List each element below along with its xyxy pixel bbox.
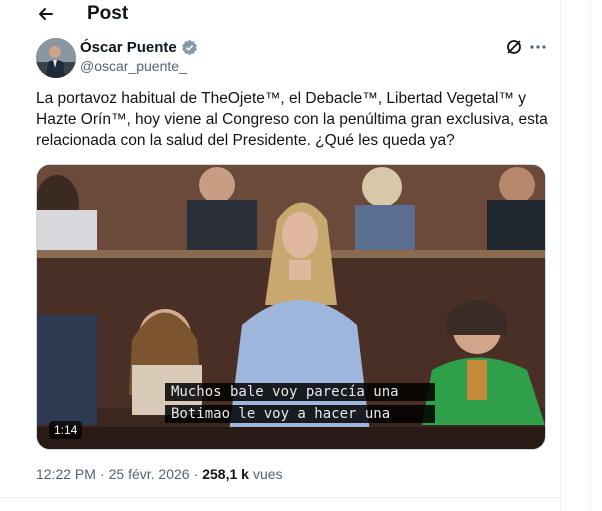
author-handle[interactable]: @oscar_puente_ [80,58,187,74]
tweet-date[interactable]: 25 févr. 2026 [109,466,190,482]
meta-separator: · [99,466,105,482]
avatar[interactable] [36,38,76,78]
arrow-left-icon[interactable] [36,4,56,24]
meta-separator: · [193,466,199,482]
divider [0,497,560,498]
views-label: vues [252,466,283,482]
more-dots-icon[interactable] [529,38,547,56]
view-count: 258,1 k [202,466,249,482]
right-column-edge [590,0,602,511]
main-column: Post Óscar Puente @oscar_puente_ La port… [0,0,561,511]
tweet-time[interactable]: 12:22 PM [36,466,96,482]
author-name-row: Óscar Puente [80,39,198,56]
grok-icon[interactable] [505,38,523,56]
tweet-text: La portavoz habitual de TheOjete™, el De… [36,90,553,149]
video-duration-badge: 1:14 [49,421,83,439]
video-subtitle-line-2: Botimao le voy a hacer una [165,405,435,423]
video-subtitle-line-1: Muchos bale voy parecía una [165,383,435,401]
page-title: Post [87,3,129,24]
tweet-meta: 12:22 PM · 25 févr. 2026 · 258,1 k vues [36,466,283,482]
header: Post [0,0,560,28]
verified-badge-icon[interactable] [181,39,198,56]
video-player[interactable]: Muchos bale voy parecía una Botimao le v… [36,164,546,450]
author-name[interactable]: Óscar Puente [80,39,177,56]
